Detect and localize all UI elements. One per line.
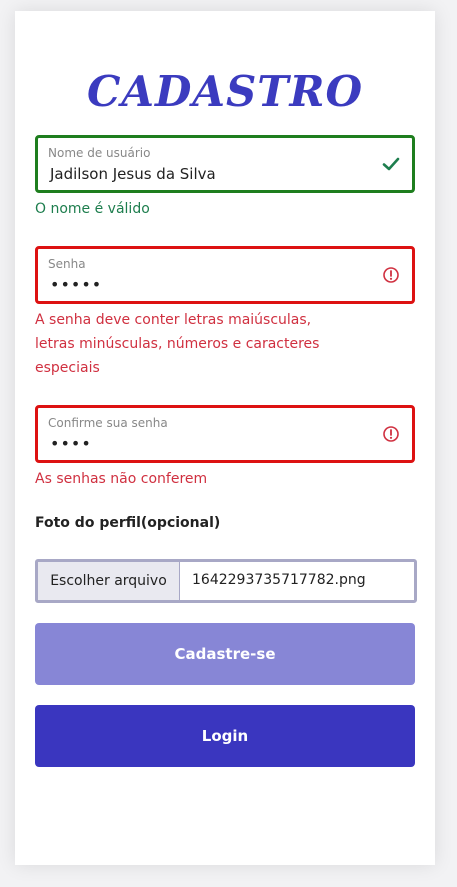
username-field[interactable]: Nome de usuário Jadilson Jesus da Silva [35, 135, 415, 193]
profile-photo-label: Foto do perfil(opcional) [35, 515, 221, 531]
alert-circle-icon [382, 266, 400, 284]
password-error-line: A senha deve conter letras maiúsculas, [35, 312, 312, 328]
password-input[interactable]: ••••• [50, 275, 102, 294]
confirm-password-input[interactable]: •••• [50, 434, 92, 453]
username-valid-message: O nome é válido [35, 201, 150, 217]
choose-file-button[interactable]: Escolher arquivo [38, 562, 180, 600]
page-title: CADASTRO [86, 67, 364, 116]
password-error-line: letras minúsculas, números e caracteres [35, 336, 320, 352]
password-error-line: especiais [35, 360, 100, 376]
username-input[interactable]: Jadilson Jesus da Silva [50, 165, 216, 183]
profile-photo-file-input[interactable]: Escolher arquivo 1642293735717782.png [35, 559, 417, 603]
username-label: Nome de usuário [48, 146, 151, 160]
register-card: CADASTRO Nome de usuário Jadilson Jesus … [15, 11, 435, 865]
selected-file-name: 1642293735717782.png [192, 572, 366, 588]
register-button[interactable]: Cadastre-se [35, 623, 415, 685]
confirm-password-error-message: As senhas não conferem [35, 471, 208, 487]
password-error-message: A senha deve conter letras maiúsculas, l… [35, 308, 319, 380]
alert-circle-icon [382, 425, 400, 443]
password-field[interactable]: Senha ••••• [35, 246, 415, 304]
password-label: Senha [48, 257, 86, 271]
login-button[interactable]: Login [35, 705, 415, 767]
check-icon [382, 155, 400, 173]
confirm-password-field[interactable]: Confirme sua senha •••• [35, 405, 415, 463]
confirm-password-label: Confirme sua senha [48, 416, 168, 430]
